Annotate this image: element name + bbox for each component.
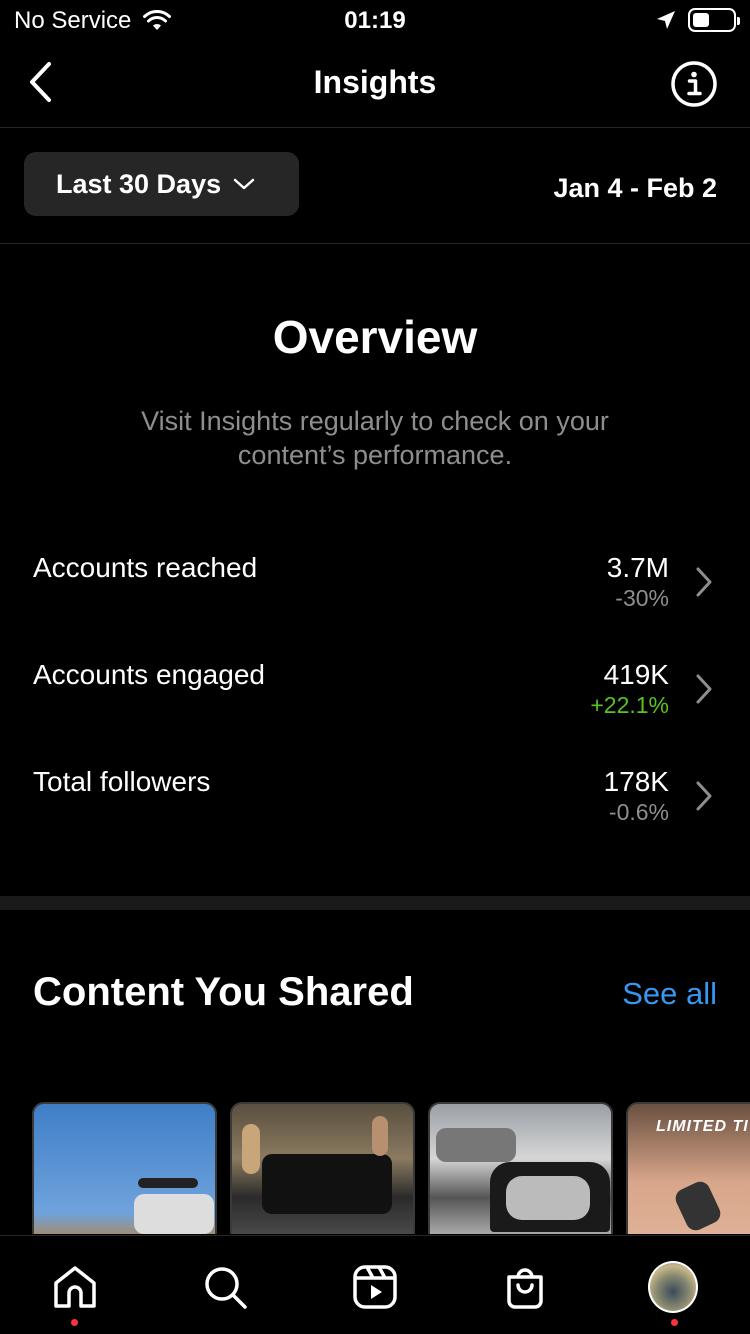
battery-icon [688, 8, 740, 32]
content-thumbnails: LIMITED TI [32, 1102, 750, 1234]
info-icon [671, 61, 717, 107]
metric-row-accounts-reached[interactable]: Accounts reached 3.7M -30% [0, 552, 750, 642]
metric-value: 3.7M [606, 552, 669, 583]
overview-description: Visit Insights regularly to check on you… [141, 406, 609, 470]
metric-change: -0.6% [608, 799, 669, 825]
status-time: 01:19 [344, 7, 406, 34]
content-thumbnail[interactable] [230, 1102, 415, 1234]
date-range-dropdown[interactable]: Last 30 Days [24, 152, 299, 216]
bottom-tab-bar [0, 1235, 750, 1334]
tab-home[interactable] [50, 1262, 100, 1312]
metric-label: Accounts engaged [33, 659, 265, 690]
location-arrow-icon [657, 11, 675, 29]
metric-value: 419K [603, 659, 669, 690]
see-all-link[interactable]: See all [622, 976, 717, 1012]
tab-profile[interactable] [648, 1261, 698, 1313]
nav-header: Insights [0, 40, 750, 128]
chevron-right-icon [696, 567, 712, 597]
profile-avatar [648, 1261, 698, 1313]
thumbnail-caption: LIMITED TI [656, 1118, 749, 1135]
metric-change: +22.1% [590, 692, 669, 718]
date-range-text: Jan 4 - Feb 2 [553, 173, 717, 203]
metric-label: Total followers [33, 766, 211, 797]
section-divider [0, 896, 750, 910]
metric-row-total-followers[interactable]: Total followers 178K -0.6% [0, 766, 750, 856]
home-notification-dot [71, 1319, 78, 1326]
info-button[interactable] [670, 60, 718, 108]
tab-reels[interactable] [350, 1262, 400, 1312]
profile-notification-dot [671, 1319, 678, 1326]
tab-search[interactable] [200, 1262, 250, 1312]
search-icon [205, 1267, 247, 1309]
content-thumbnail[interactable] [428, 1102, 613, 1234]
tab-shop[interactable] [500, 1262, 550, 1312]
page-title: Insights [313, 64, 437, 100]
content-shared-title: Content You Shared [33, 970, 414, 1014]
home-icon [54, 1266, 96, 1308]
content-thumbnail[interactable]: LIMITED TI [626, 1102, 750, 1234]
chevron-right-icon [696, 781, 712, 811]
overview-title: Overview [272, 311, 478, 363]
chevron-down-icon [233, 178, 255, 190]
chevron-right-icon [696, 674, 712, 704]
metric-change: -30% [615, 585, 669, 611]
reels-icon [353, 1265, 397, 1309]
filter-row: Last 30 Days Jan 4 - Feb 2 [0, 128, 750, 244]
metric-value: 178K [603, 766, 669, 797]
metric-row-accounts-engaged[interactable]: Accounts engaged 419K +22.1% [0, 659, 750, 749]
date-range-label: Last 30 Days [56, 168, 222, 199]
status-bar: No Service 01:19 [0, 0, 750, 40]
content-thumbnail[interactable] [32, 1102, 217, 1234]
metric-label: Accounts reached [33, 552, 258, 583]
shop-icon [507, 1268, 543, 1309]
